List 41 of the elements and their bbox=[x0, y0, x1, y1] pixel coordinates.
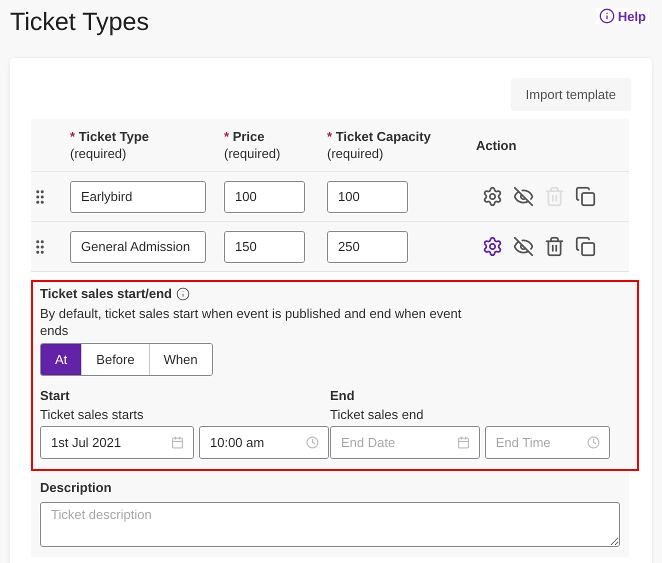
mode-toggle[interactable]: When bbox=[148, 344, 212, 375]
help-link[interactable]: Help bbox=[596, 8, 649, 24]
settings-icon[interactable] bbox=[482, 236, 503, 257]
ticket-type-field[interactable]: General Admission bbox=[70, 230, 206, 262]
price-field[interactable]: 100 bbox=[224, 180, 305, 212]
page-title: Ticket Types bbox=[10, 8, 149, 37]
field-heading: End bbox=[330, 388, 356, 403]
time-field[interactable]: End Time bbox=[484, 426, 610, 459]
description-field[interactable]: Ticket description bbox=[40, 502, 620, 547]
delete-icon[interactable] bbox=[544, 236, 565, 257]
column-header: * Price (required) bbox=[224, 128, 282, 162]
column-header: Action bbox=[476, 136, 518, 154]
mode-toggle[interactable]: At bbox=[41, 344, 82, 375]
field-heading: Start bbox=[40, 388, 71, 403]
field-label: Ticket sales end bbox=[330, 407, 424, 422]
ticket-type-field[interactable]: Earlybird bbox=[70, 180, 206, 212]
capacity-field[interactable]: 100 bbox=[327, 180, 408, 212]
settings-icon[interactable] bbox=[482, 186, 503, 207]
field-label: Ticket sales starts bbox=[40, 407, 145, 422]
date-field[interactable]: 1st Jul 2021 bbox=[40, 426, 194, 459]
calendar-icon bbox=[456, 436, 470, 449]
time-field[interactable]: 10:00 am bbox=[199, 426, 329, 459]
capacity-field[interactable]: 250 bbox=[327, 230, 408, 262]
description-text: By default, ticket sales start when event is published and end when event ends bbox=[40, 305, 462, 339]
info-icon[interactable] bbox=[176, 286, 190, 300]
mode-toggle[interactable]: Before bbox=[81, 344, 149, 375]
price-field[interactable]: 150 bbox=[224, 230, 305, 262]
column-header: * Ticket Type (required) bbox=[70, 128, 150, 162]
section-title: Ticket sales start/end bbox=[40, 286, 172, 301]
column-header: * Ticket Capacity (required) bbox=[327, 128, 432, 162]
hide-icon[interactable] bbox=[513, 236, 534, 257]
info-icon bbox=[598, 8, 615, 24]
clock-icon bbox=[587, 436, 600, 449]
date-field[interactable]: End Date bbox=[330, 426, 480, 459]
hide-icon[interactable] bbox=[513, 186, 534, 207]
copy-icon[interactable] bbox=[575, 186, 596, 207]
clock-icon bbox=[306, 436, 319, 449]
import-template-button[interactable]: Import template bbox=[510, 78, 631, 111]
description-label: Description bbox=[40, 480, 112, 495]
calendar-icon bbox=[171, 436, 184, 449]
copy-icon[interactable] bbox=[575, 236, 596, 257]
